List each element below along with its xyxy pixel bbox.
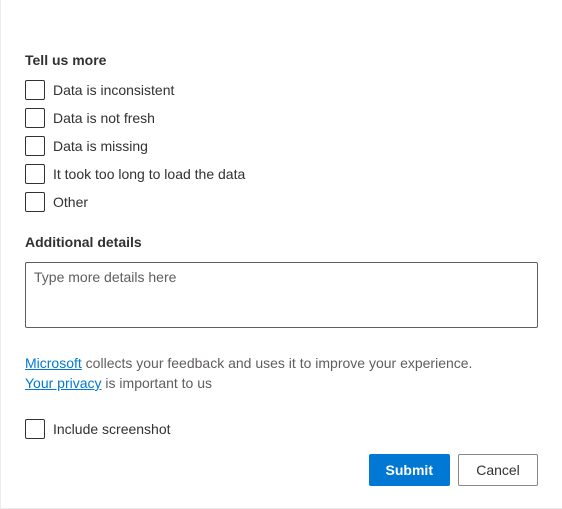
info-text-1: collects your feedback and uses it to im… <box>82 355 473 371</box>
checkbox-icon[interactable] <box>25 192 45 212</box>
include-screenshot-label: Include screenshot <box>53 421 171 437</box>
privacy-link[interactable]: Your privacy <box>25 375 102 391</box>
option-label: Data is not fresh <box>53 110 155 126</box>
option-data-inconsistent[interactable]: Data is inconsistent <box>25 80 538 100</box>
submit-button[interactable]: Submit <box>369 454 450 486</box>
option-other[interactable]: Other <box>25 192 538 212</box>
cancel-button[interactable]: Cancel <box>458 454 538 486</box>
microsoft-link[interactable]: Microsoft <box>25 355 82 371</box>
checkbox-icon[interactable] <box>25 80 45 100</box>
checkbox-icon[interactable] <box>25 419 45 439</box>
include-screenshot-option[interactable]: Include screenshot <box>25 419 538 439</box>
option-data-missing[interactable]: Data is missing <box>25 136 538 156</box>
option-label: Data is missing <box>53 138 148 154</box>
checkbox-icon[interactable] <box>25 136 45 156</box>
additional-details-title: Additional details <box>25 234 538 250</box>
feedback-form: Tell us more Data is inconsistent Data i… <box>1 0 562 439</box>
additional-details-input[interactable] <box>25 262 538 328</box>
option-label: It took too long to load the data <box>53 166 245 182</box>
info-text-2: is important to us <box>102 375 213 391</box>
info-text: Microsoft collects your feedback and use… <box>25 353 538 393</box>
option-label: Other <box>53 194 88 210</box>
checkbox-icon[interactable] <box>25 164 45 184</box>
dialog-footer: Submit Cancel <box>369 454 538 486</box>
option-label: Data is inconsistent <box>53 82 174 98</box>
checkbox-icon[interactable] <box>25 108 45 128</box>
tell-us-more-title: Tell us more <box>25 52 538 68</box>
option-data-not-fresh[interactable]: Data is not fresh <box>25 108 538 128</box>
option-too-long-to-load[interactable]: It took too long to load the data <box>25 164 538 184</box>
